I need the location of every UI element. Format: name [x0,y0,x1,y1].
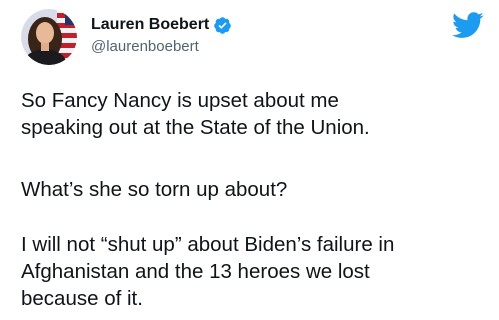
tweet-text-line: because of it. [21,287,143,310]
author-handle[interactable]: @laurenboebert [91,38,199,55]
tweet-paragraph-2: What’s she so torn up about? [21,176,491,203]
display-name[interactable]: Lauren Boebert [91,16,209,34]
avatar[interactable] [21,9,77,65]
tweet-text-line: So Fancy Nancy is upset about me [21,89,339,112]
profile-photo [21,9,77,65]
tweet-text-line: Afghanistan and the 13 heroes we lost [21,260,370,283]
tweet-text-line: speaking out at the State of the Union. [21,116,370,139]
tweet-text-line: What’s she so torn up about? [21,178,288,201]
tweet-paragraph-3: I will not “shut up” about Biden’s failu… [21,231,491,312]
twitter-bird-icon[interactable] [452,12,484,39]
tweet-card: Lauren Boebert @laurenboebert So Fancy N… [0,0,499,320]
tweet-paragraph-1: So Fancy Nancy is upset about me speakin… [21,87,491,141]
verified-badge-icon [214,16,232,34]
author-name-row: Lauren Boebert [91,14,232,36]
tweet-text-line: I will not “shut up” about Biden’s failu… [21,233,395,256]
